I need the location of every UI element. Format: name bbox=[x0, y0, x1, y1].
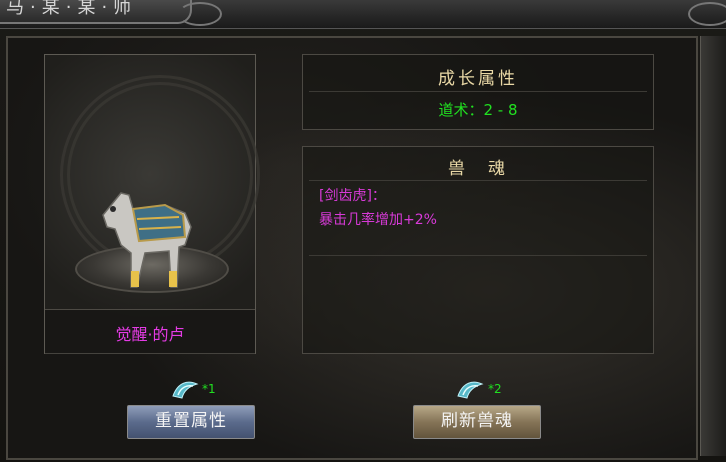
attribute-value: 道术：2 - 8 bbox=[438, 101, 518, 119]
mount-panel: 马·某·某·师 觉醒·的卢 成长属性 道术：2 - 8 兽 魂 [剑齿虎]： 暴… bbox=[0, 0, 726, 462]
title-tab: 马·某·某·师 bbox=[0, 0, 192, 24]
divider bbox=[309, 255, 647, 256]
reset-attributes-button[interactable]: 重置属性 bbox=[127, 405, 255, 439]
refresh-soul-button[interactable]: 刷新兽魂 bbox=[413, 405, 541, 439]
soul-name: [剑齿虎]： bbox=[319, 188, 386, 204]
corner-ornament-icon bbox=[688, 2, 726, 26]
beast-soul-title: 兽 魂 bbox=[448, 159, 508, 179]
reset-token-icon bbox=[172, 381, 199, 399]
growth-attributes-box: 成长属性 道术：2 - 8 bbox=[302, 54, 654, 130]
corner-ornament-icon bbox=[178, 2, 222, 26]
growth-attributes-title: 成长属性 bbox=[438, 69, 518, 89]
window-title: 马·某·某·师 bbox=[6, 0, 138, 18]
mount-name: 觉醒·的卢 bbox=[115, 325, 185, 344]
refresh-token-icon bbox=[457, 381, 484, 399]
horse-icon bbox=[102, 192, 192, 288]
scrollbar[interactable] bbox=[700, 36, 726, 456]
soul-effect: 暴击几率增加+2% bbox=[319, 212, 437, 228]
divider bbox=[309, 180, 647, 181]
reset-cost-count: *1 bbox=[202, 382, 216, 396]
beast-soul-box: 兽 魂 [剑齿虎]： 暴击几率增加+2% bbox=[302, 146, 654, 354]
mount-name-bar: 觉醒·的卢 bbox=[45, 309, 255, 354]
window-title-bar: 马·某·某·师 bbox=[0, 0, 726, 29]
mount-preview: 觉醒·的卢 bbox=[44, 54, 260, 354]
refresh-cost-count: *2 bbox=[488, 382, 502, 396]
divider bbox=[309, 91, 647, 92]
